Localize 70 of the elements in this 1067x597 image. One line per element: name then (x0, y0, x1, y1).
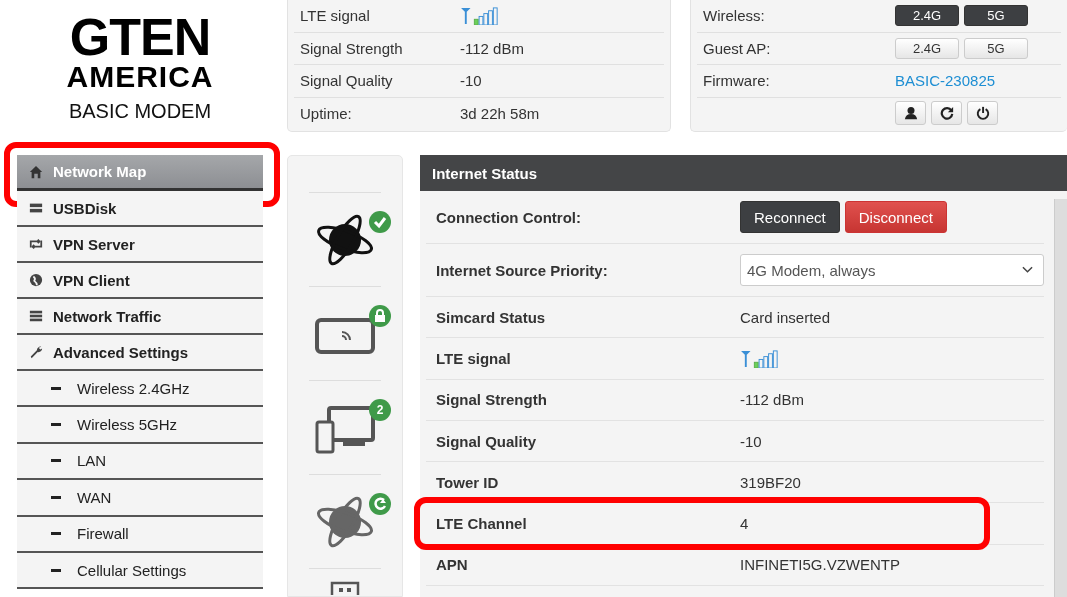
dash-icon (51, 459, 61, 463)
refresh-button[interactable] (931, 101, 962, 126)
field-label: Uptime: (300, 104, 353, 122)
arrows-icon (29, 237, 43, 251)
field-label: LTE signal (300, 7, 371, 25)
dash-icon (51, 532, 61, 536)
wrench-icon (29, 345, 43, 359)
submenu-item[interactable]: Cellular Settings (17, 552, 263, 590)
submenu-item[interactable]: WAN (17, 480, 263, 517)
submenu-item[interactable]: Firewall (17, 516, 263, 553)
user-button[interactable] (895, 101, 926, 126)
home-icon (29, 164, 43, 179)
field-label: Wireless: (703, 7, 766, 25)
field-label: Internet Source Priority: (436, 261, 609, 279)
brand-logo: GTEN (69, 12, 211, 62)
count-badge: 2 (369, 399, 391, 421)
submenu-item[interactable]: Wireless 5GHz (17, 407, 263, 444)
refresh-icon (939, 106, 954, 121)
submenu-item[interactable]: LAN (17, 443, 263, 481)
field-label: Signal Strength (436, 391, 548, 409)
field-label: Signal Quality (436, 432, 538, 450)
field-value: -10 (740, 432, 762, 450)
toggle-button[interactable]: 5G (964, 5, 1028, 27)
dash-icon (51, 495, 61, 499)
toggle-button[interactable]: 5G (964, 37, 1028, 59)
chevron-down-icon (1022, 266, 1033, 274)
scrollbar[interactable] (1054, 199, 1067, 597)
logo-subtitle: AMERICA (66, 62, 214, 92)
power-icon (975, 106, 990, 121)
list-icon (29, 309, 43, 323)
sidebar-item[interactable]: VPN Server (17, 227, 263, 263)
field-label: Guest AP: (703, 39, 772, 57)
lock-badge-icon (369, 305, 391, 327)
field-label: LTE Channel (436, 515, 528, 533)
sidebar-item[interactable]: Advanced Settings (17, 335, 263, 371)
field-value: -112 dBm (460, 39, 524, 57)
field-label: Simcard Status (436, 308, 547, 326)
dash-icon (51, 423, 61, 427)
submenu-item[interactable]: Wireless 2.4GHz (17, 371, 263, 408)
panel-title: Internet Status (420, 155, 1067, 191)
product-name: BASIC MODEM (68, 99, 212, 124)
sidebar-item[interactable]: VPN Client (17, 263, 263, 299)
field-label: APN (436, 556, 469, 574)
field-label: Signal Quality (300, 72, 394, 90)
dash-icon (51, 568, 61, 572)
field-value: 3d 22h 58m (460, 104, 540, 122)
sidebar-item[interactable]: Network Traffic (17, 299, 263, 335)
power-button[interactable] (967, 101, 998, 126)
field-value: 319BF20 (740, 473, 801, 491)
share-badge-icon (369, 493, 391, 515)
field-label: Firmware: (703, 72, 771, 90)
toggle-button[interactable]: 2.4G (895, 37, 959, 59)
field-label: Connection Control: (436, 208, 582, 226)
field-value: INFINETI5G.VZWENTP (740, 556, 900, 574)
field-value: -112 dBm (740, 391, 804, 409)
dash-icon (51, 386, 61, 390)
field-label: Signal Strength (300, 39, 404, 57)
field-value: 4 (740, 515, 749, 533)
field-value: Card inserted (740, 308, 831, 326)
reconnect-button[interactable]: Reconnect (740, 201, 840, 233)
toggle-button[interactable]: 2.4G (895, 5, 959, 27)
check-badge-icon (369, 211, 391, 233)
field-label: LTE signal (436, 349, 512, 367)
sidebar-item[interactable]: USBDisk (17, 191, 263, 227)
globe-icon (29, 273, 43, 287)
disconnect-button[interactable]: Disconnect (844, 201, 947, 233)
field-value: -10 (460, 72, 482, 90)
user-icon (903, 106, 918, 121)
field-label: Tower ID (436, 473, 500, 491)
source-select[interactable]: 4G Modem, always (740, 254, 1044, 286)
